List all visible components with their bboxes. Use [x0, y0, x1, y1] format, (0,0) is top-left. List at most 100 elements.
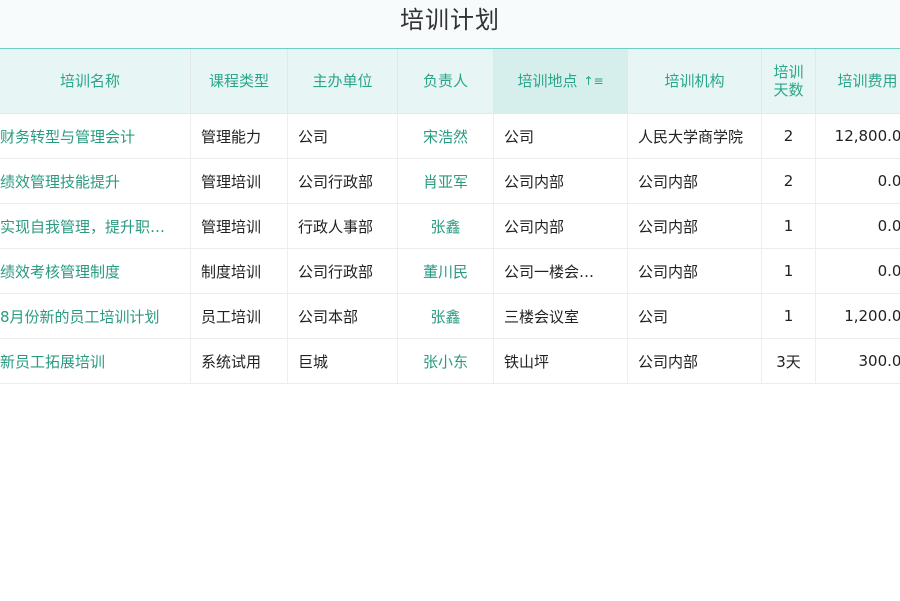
cell-text: 公司行政部	[298, 261, 373, 282]
column-header-organizer[interactable]: 主办单位	[288, 49, 398, 113]
cell-training-name[interactable]: 新员工拓展培训	[0, 339, 191, 383]
column-header-label: 培训名称	[60, 72, 120, 90]
cell-cost: 0.00	[816, 249, 900, 293]
cell-text: 0.00	[878, 262, 900, 280]
training-plan-table: 培训名称 课程类型 主办单位 负责人 培训地点 ↑≡ 培训机构 培训 天数 培训费…	[0, 48, 900, 601]
cell-text: 12,800.00	[835, 127, 900, 145]
cell-text: 人民大学商学院	[638, 126, 743, 147]
column-header-label: 培训 天数	[773, 63, 803, 99]
cell-text: 张鑫	[430, 216, 460, 237]
cell-text: 300.00	[859, 352, 900, 370]
cell-text: 绩效考核管理制度	[0, 261, 120, 282]
cell-location: 三楼会议室	[494, 294, 628, 338]
cell-training-name[interactable]: 8月份新的员工培训计划	[0, 294, 191, 338]
column-header-location[interactable]: 培训地点 ↑≡	[494, 49, 628, 113]
cell-text: 公司本部	[298, 306, 358, 327]
cell-course-type: 系统试用	[191, 339, 288, 383]
cell-text: 2	[784, 172, 794, 190]
cell-text: 铁山坪	[504, 351, 549, 372]
cell-days: 1	[762, 249, 816, 293]
cell-owner[interactable]: 张鑫	[398, 294, 494, 338]
cell-training-name[interactable]: 绩效考核管理制度	[0, 249, 191, 293]
cell-text: 公司	[638, 306, 668, 327]
column-header-institution[interactable]: 培训机构	[628, 49, 762, 113]
cell-location: 公司	[494, 114, 628, 158]
cell-location: 公司内部	[494, 159, 628, 203]
cell-text: 系统试用	[201, 351, 261, 372]
cell-text: 1	[784, 307, 794, 325]
cell-text: 1,200.00	[844, 307, 900, 325]
cell-owner[interactable]: 肖亚军	[398, 159, 494, 203]
table-row[interactable]: 绩效管理技能提升管理培训公司行政部肖亚军公司内部公司内部20.00	[0, 159, 900, 204]
cell-organizer: 公司行政部	[288, 249, 398, 293]
column-header-label: 主办单位	[312, 72, 372, 90]
cell-text: 三楼会议室	[504, 306, 579, 327]
cell-text: 员工培训	[201, 306, 261, 327]
cell-organizer: 公司本部	[288, 294, 398, 338]
cell-text: 0.00	[878, 217, 900, 235]
column-header-training-name[interactable]: 培训名称	[0, 49, 191, 113]
cell-course-type: 员工培训	[191, 294, 288, 338]
sort-ascending-icon[interactable]: ↑≡	[583, 72, 603, 90]
cell-training-name[interactable]: 财务转型与管理会计	[0, 114, 191, 158]
cell-organizer: 巨城	[288, 339, 398, 383]
cell-owner[interactable]: 张鑫	[398, 204, 494, 248]
cell-text: 实现自我管理，提升职…	[0, 216, 165, 237]
cell-text: 行政人事部	[298, 216, 373, 237]
table-row[interactable]: 绩效考核管理制度制度培训公司行政部董川民公司一楼会…公司内部10.00	[0, 249, 900, 294]
cell-text: 张小东	[423, 351, 468, 372]
cell-location: 铁山坪	[494, 339, 628, 383]
cell-owner[interactable]: 董川民	[398, 249, 494, 293]
column-header-days[interactable]: 培训 天数	[762, 49, 816, 113]
cell-days: 2	[762, 159, 816, 203]
table-row[interactable]: 实现自我管理，提升职…管理培训行政人事部张鑫公司内部公司内部10.00	[0, 204, 900, 249]
cell-days: 2	[762, 114, 816, 158]
cell-text: 公司内部	[638, 261, 698, 282]
cell-cost: 0.00	[816, 204, 900, 248]
cell-text: 2	[784, 127, 794, 145]
cell-course-type: 管理培训	[191, 159, 288, 203]
column-header-label: 培训地点	[517, 72, 577, 90]
cell-text: 管理能力	[201, 126, 261, 147]
column-header-label: 培训费用	[837, 72, 897, 90]
cell-course-type: 管理能力	[191, 114, 288, 158]
cell-cost: 300.00	[816, 339, 900, 383]
cell-training-name[interactable]: 实现自我管理，提升职…	[0, 204, 191, 248]
cell-text: 巨城	[298, 351, 328, 372]
cell-text: 财务转型与管理会计	[0, 126, 135, 147]
cell-owner[interactable]: 张小东	[398, 339, 494, 383]
cell-cost: 1,200.00	[816, 294, 900, 338]
cell-text: 0.00	[878, 172, 900, 190]
column-header-label: 培训机构	[664, 72, 724, 90]
cell-training-name[interactable]: 绩效管理技能提升	[0, 159, 191, 203]
cell-course-type: 制度培训	[191, 249, 288, 293]
table-row[interactable]: 8月份新的员工培训计划员工培训 公司本部 张鑫 三楼会议室 公司 1 1,200.00	[0, 294, 900, 339]
table-row[interactable]: 新员工拓展培训系统试用巨城张小东铁山坪公司内部3天300.00	[0, 339, 900, 384]
cell-location: 公司内部	[494, 204, 628, 248]
column-header-course-type[interactable]: 课程类型	[191, 49, 288, 113]
cell-institution: 公司内部	[628, 249, 762, 293]
cell-text: 新员工拓展培训	[0, 351, 105, 372]
table-row[interactable]: 财务转型与管理会计管理能力公司宋浩然公司人民大学商学院212,800.00	[0, 114, 900, 159]
cell-institution: 公司内部	[628, 159, 762, 203]
cell-cost: 0.00	[816, 159, 900, 203]
cell-text: 公司	[298, 126, 328, 147]
cell-text: 公司内部	[504, 216, 564, 237]
column-header-label: 课程类型	[209, 72, 269, 90]
cell-text: 公司行政部	[298, 171, 373, 192]
cell-text: 公司内部	[504, 171, 564, 192]
cell-cost: 12,800.00	[816, 114, 900, 158]
cell-text: 张鑫	[430, 306, 460, 327]
table-header-row: 培训名称 课程类型 主办单位 负责人 培训地点 ↑≡ 培训机构 培训 天数 培训费…	[0, 49, 900, 114]
cell-text: 1	[784, 217, 794, 235]
cell-owner[interactable]: 宋浩然	[398, 114, 494, 158]
column-header-owner[interactable]: 负责人	[398, 49, 494, 113]
cell-text: 管理培训	[201, 171, 261, 192]
column-header-cost[interactable]: 培训费用	[816, 49, 900, 113]
cell-text: 制度培训	[201, 261, 261, 282]
cell-text: 绩效管理技能提升	[0, 171, 120, 192]
cell-organizer: 公司行政部	[288, 159, 398, 203]
cell-institution: 人民大学商学院	[628, 114, 762, 158]
cell-text: 公司内部	[638, 171, 698, 192]
page-title: 培训计划	[0, 0, 900, 48]
